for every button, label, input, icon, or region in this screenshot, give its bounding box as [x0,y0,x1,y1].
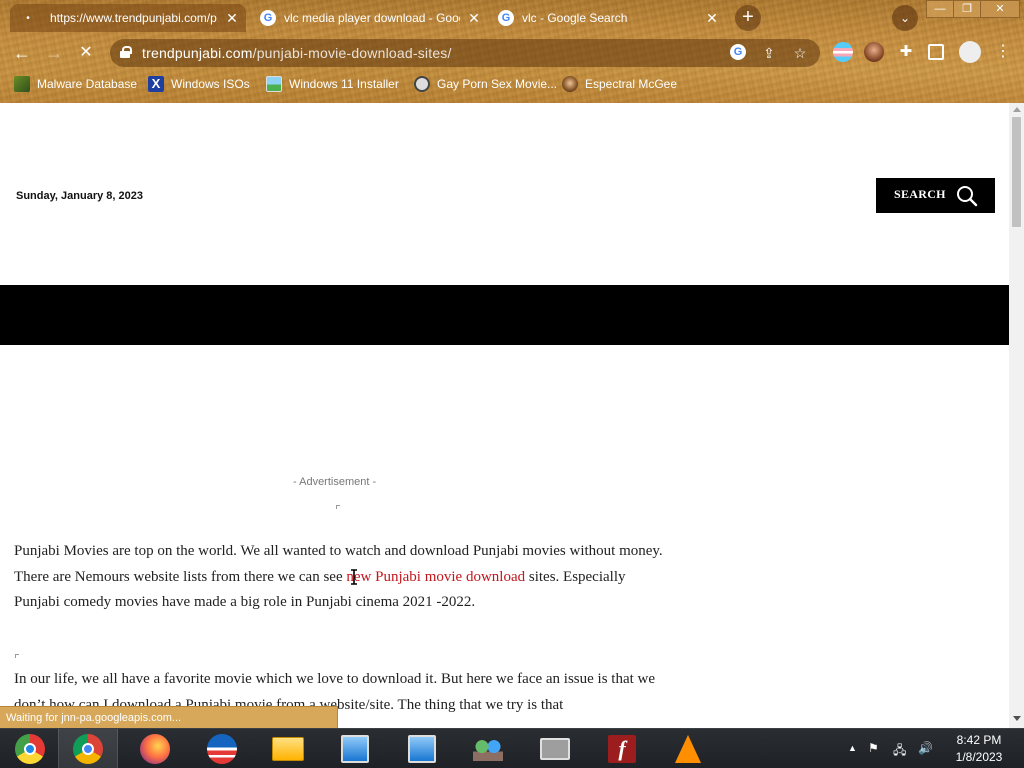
system-clock[interactable]: 8:42 PM 1/8/2023 [944,732,1014,766]
bookmark-label: Gay Porn Sex Movie... [437,77,558,91]
vlc-icon [675,735,701,763]
firefox-icon [140,734,170,764]
web-page: Sunday, January 8, 2023 SEARCH - Adverti… [0,103,1009,728]
extensions-puzzle-icon[interactable]: ✚ [896,42,916,62]
side-panel-icon[interactable] [928,44,944,60]
clock-date: 1/8/2023 [955,750,1003,764]
profile-avatar-icon[interactable] [959,41,981,63]
url-text: trendpunjabi.com/punjabi-movie-download-… [142,45,452,61]
bookmark-label: Windows ISOs [171,77,250,91]
menu-kebab-icon[interactable]: ⋮ [995,42,1011,62]
search-button-label: SEARCH [894,187,946,201]
header-date: Sunday, January 8, 2023 [16,190,143,202]
restore-window-button[interactable]: ❐ [953,0,981,18]
address-bar[interactable]: trendpunjabi.com/punjabi-movie-download-… [110,39,820,67]
loading-dot-icon: • [26,12,30,24]
taskbar-chromium[interactable] [0,729,60,768]
windows-taskbar: f ▲ ⚑ 🖧 🔊 8:42 PM 1/8/2023 [0,728,1024,768]
malware-db-icon [14,76,30,92]
forward-arrow-icon[interactable]: → [42,41,66,65]
action-center-flag-icon[interactable]: ⚑ [868,741,879,755]
printer-icon [540,738,570,760]
volume-icon[interactable]: 🔊 [918,741,933,755]
text-cursor-icon [351,569,357,585]
chrome-icon [73,734,103,764]
tab-search-chevron-icon[interactable]: ⌄ [892,5,918,31]
lock-icon[interactable] [120,46,132,58]
bookmark-label: Windows 11 Installer [289,77,399,91]
obama-icon [207,734,237,764]
google-favicon-icon: G [498,10,514,26]
tab-vlc-download[interactable]: G vlc media player download - Google ✕ [252,4,488,32]
bookmark-star-icon[interactable]: ☆ [791,44,809,62]
advertisement-label: - Advertisement - [293,476,377,488]
close-window-button[interactable]: ✕ [980,0,1020,18]
taskbar-firefox[interactable] [125,729,185,768]
ad-placeholder-mark [336,505,340,509]
back-arrow-icon[interactable]: ← [10,41,34,65]
show-hidden-icons-icon[interactable]: ▲ [848,743,857,753]
taskbar-flash[interactable]: f [592,729,652,768]
page-scrollbar[interactable] [1009,103,1024,728]
network-setup-icon [341,735,369,763]
bookmark-label: Malware Database [37,77,138,91]
share-icon[interactable]: ⇪ [760,44,778,62]
tab-trendpunjabi[interactable]: • https://www.trendpunjabi.com/p ✕ [10,4,246,32]
search-icon [957,186,978,207]
bookmark-label: Espectral McGee [585,77,678,91]
minimize-window-button[interactable]: — [926,0,954,18]
google-lens-icon[interactable]: G [730,44,746,60]
google-favicon-icon: G [260,10,276,26]
extension-avatar-icon[interactable] [864,42,884,62]
tab-title: vlc - Google Search [522,11,628,25]
bookmark-espectral-mcgee[interactable]: Espectral McGee [562,74,677,94]
people-network-icon [473,737,503,761]
bookmark-malware-database[interactable]: Malware Database [14,74,137,94]
bookmark-windows-11-installer[interactable]: Windows 11 Installer [266,74,399,94]
close-tab-icon[interactable]: ✕ [704,10,720,26]
taskbar-printer[interactable] [525,729,585,768]
tab-vlc-search[interactable]: G vlc - Google Search ✕ [490,4,726,32]
punjabi-movie-download-link[interactable]: new Punjabi movie download [346,569,525,585]
clock-time: 8:42 PM [956,733,1002,747]
url-host: trendpunjabi.com [142,45,253,61]
tab-title: https://www.trendpunjabi.com/p [50,11,217,25]
image-icon [266,76,282,92]
new-tab-button[interactable]: + [735,5,761,31]
search-button[interactable]: SEARCH [876,178,995,213]
file-explorer-icon [272,737,304,761]
url-path: /punjabi-movie-download-sites/ [252,45,452,61]
browser-chrome: • https://www.trendpunjabi.com/p ✕ G vlc… [0,0,1024,103]
chromium-icon [15,734,45,764]
bookmark-windows-isos[interactable]: X Windows ISOs [148,74,250,94]
image-placeholder-mark [15,654,19,658]
flash-icon: f [608,735,636,763]
network-setup-2-icon [408,735,436,763]
scroll-down-arrow-icon[interactable] [1013,716,1021,721]
status-bubble: Waiting for jnn-pa.googleapis.com... [0,706,338,728]
scroll-up-arrow-icon[interactable] [1013,107,1021,112]
taskbar-file-explorer[interactable] [258,729,318,768]
globe-icon [414,76,430,92]
stop-loading-icon[interactable]: ✕ [74,41,98,65]
close-tab-icon[interactable]: ✕ [224,10,240,26]
x-logo-icon: X [148,76,164,92]
taskbar-vlc[interactable] [658,729,718,768]
scrollbar-thumb[interactable] [1012,117,1021,227]
taskbar-obama[interactable] [192,729,252,768]
taskbar-chrome[interactable] [58,729,118,768]
taskbar-network-setup-2[interactable] [392,729,452,768]
taskbar-network-setup[interactable] [325,729,385,768]
character-icon [562,76,578,92]
bookmark-gay-porn-sex-movie[interactable]: Gay Porn Sex Movie... [414,74,557,94]
network-icon[interactable]: 🖧 [893,741,906,762]
article-paragraph-1: Punjabi Movies are top on the world. We … [14,539,664,616]
close-tab-icon[interactable]: ✕ [466,10,482,26]
tab-title: vlc media player download - Google [284,11,460,25]
navigation-menu-bar [0,285,1009,345]
extension-flag-icon[interactable] [833,42,853,62]
taskbar-people-network[interactable] [458,729,518,768]
